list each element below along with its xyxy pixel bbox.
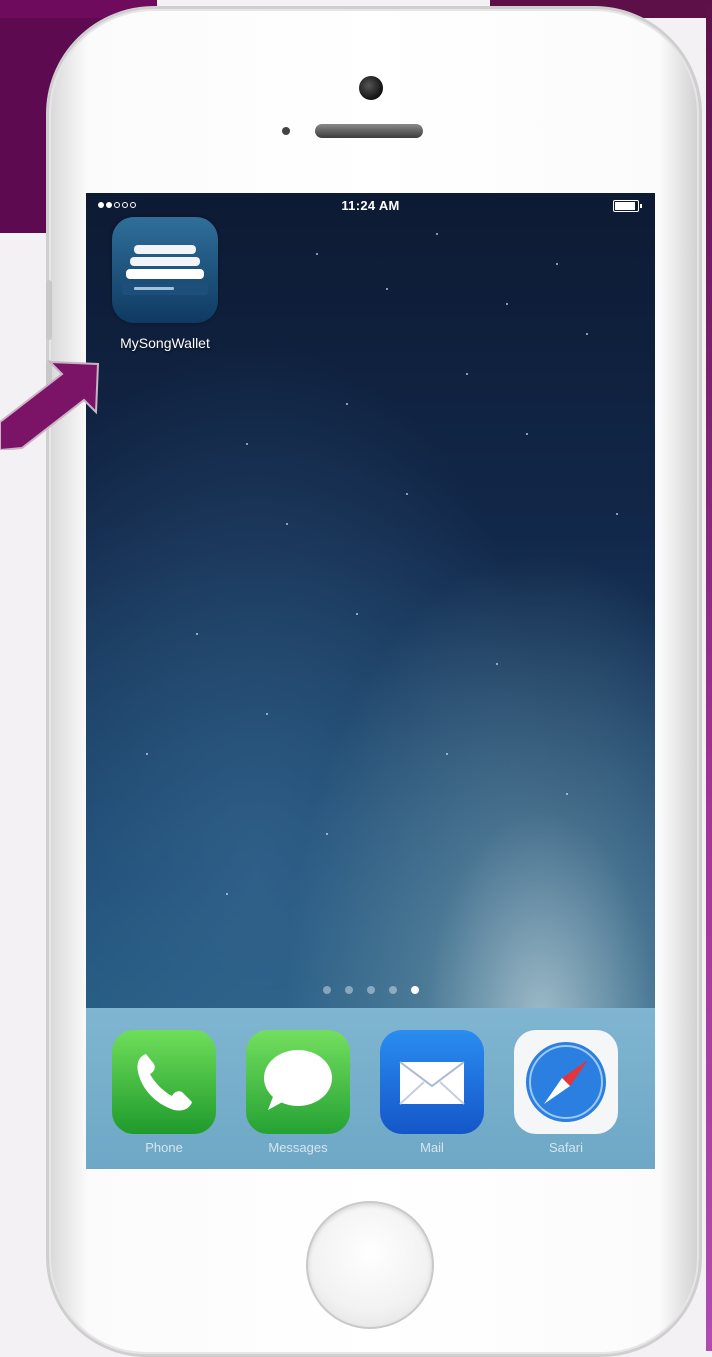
mail-icon[interactable]: [380, 1030, 484, 1134]
phone-icon[interactable]: [112, 1030, 216, 1134]
page-dot[interactable]: [322, 986, 331, 994]
app-mysongwallet[interactable]: MySongWallet: [100, 217, 230, 351]
safari-icon[interactable]: [514, 1030, 618, 1134]
mysongwallet-icon[interactable]: [112, 217, 218, 323]
dock-label: Phone: [145, 1140, 183, 1155]
dock-item-messages[interactable]: Messages: [244, 1030, 352, 1155]
page-dot-active[interactable]: [410, 986, 419, 994]
dock-label: Messages: [268, 1140, 328, 1155]
front-camera-icon: [359, 76, 383, 100]
app-label: MySongWallet: [120, 335, 210, 351]
status-bar: 11:24 AM: [86, 193, 655, 217]
messages-icon[interactable]: [246, 1030, 350, 1134]
home-button[interactable]: [306, 1201, 434, 1329]
battery-icon: [613, 200, 642, 212]
earpiece-speaker: [315, 124, 423, 138]
page-dot[interactable]: [344, 986, 353, 994]
dock-item-mail[interactable]: Mail: [378, 1030, 486, 1155]
dock-label: Safari: [549, 1140, 583, 1155]
page-dot[interactable]: [366, 986, 375, 994]
dock: Phone Messages Mail Safari: [86, 1008, 655, 1169]
pointer-arrow-icon: [0, 360, 100, 450]
proximity-sensor: [282, 127, 290, 135]
phone-screen: 11:24 AM MySongWallet Phone Messages Mai…: [86, 193, 655, 1169]
dock-item-phone[interactable]: Phone: [110, 1030, 218, 1155]
status-time: 11:24 AM: [341, 198, 400, 213]
page-dot[interactable]: [388, 986, 397, 994]
accent-stripe-right: [706, 0, 712, 1351]
dock-label: Mail: [420, 1140, 444, 1155]
page-indicator[interactable]: [86, 986, 655, 994]
dock-item-safari[interactable]: Safari: [512, 1030, 620, 1155]
